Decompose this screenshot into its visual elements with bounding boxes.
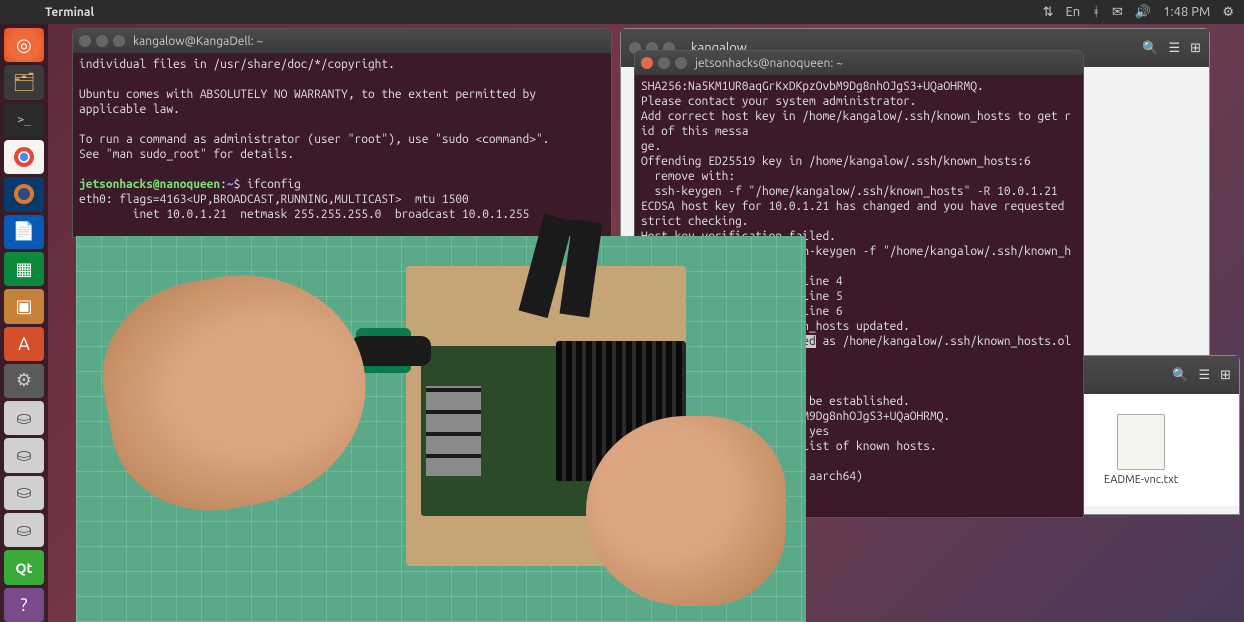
- clock[interactable]: 1:48 PM: [1163, 5, 1210, 19]
- folder-icon: 🗂: [13, 72, 36, 93]
- launcher-dock: ◎ 🗂 >_ 📄 ▦ ▣ A ⚙ ⛀ ⛀ ⛀ ⛀ Qt ?: [0, 24, 48, 622]
- disk-icon: ⛀: [16, 445, 31, 466]
- ubuntu-logo-icon: ◎: [16, 35, 32, 56]
- active-app-label: Terminal: [0, 6, 94, 19]
- window-title: kangalow@KangaDell: ~: [133, 35, 263, 48]
- launcher-settings[interactable]: ⚙: [4, 364, 44, 398]
- launcher-disk-4[interactable]: ⛀: [4, 513, 44, 547]
- disk-icon: ⛀: [16, 520, 31, 541]
- text-file-icon: [1117, 414, 1165, 470]
- mail-icon[interactable]: ✉: [1112, 5, 1123, 20]
- file-name: EADME-vnc.txt: [1104, 474, 1178, 486]
- maximize-button[interactable]: [113, 35, 125, 47]
- launcher-dash[interactable]: ◎: [4, 28, 44, 62]
- qt-icon: Qt: [15, 560, 32, 576]
- grid-view-icon[interactable]: ⊞: [1190, 41, 1201, 56]
- software-icon: A: [18, 334, 30, 354]
- hardware-photo-overlay: [76, 236, 806, 622]
- launcher-disk-3[interactable]: ⛀: [4, 476, 44, 510]
- usb-ports: [426, 386, 481, 476]
- terminal-window-left[interactable]: kangalow@KangaDell: ~ individual files i…: [72, 28, 612, 238]
- presentation-icon: ▣: [15, 296, 32, 317]
- launcher-disk-1[interactable]: ⛀: [4, 401, 44, 435]
- network-icon[interactable]: ⇅: [1043, 5, 1054, 20]
- document-icon: 📄: [13, 221, 35, 242]
- launcher-firefox[interactable]: [4, 177, 44, 211]
- help-icon: ?: [20, 595, 27, 615]
- terminal-content[interactable]: individual files in /usr/share/doc/*/cop…: [73, 53, 611, 226]
- file-manager-window-2[interactable]: 🔍 ☰ ⊞ EADME-vnc.txt: [1080, 355, 1240, 515]
- file-manager-content[interactable]: EADME-vnc.txt: [1081, 394, 1239, 506]
- prompt-user: jetsonhacks@nanoqueen: [79, 178, 220, 191]
- prompt-command: ifconfig: [247, 178, 301, 191]
- gear-icon[interactable]: ⚙: [1222, 5, 1234, 20]
- firefox-icon: [13, 183, 35, 205]
- terminal-icon: >_: [17, 113, 30, 126]
- language-indicator[interactable]: En: [1065, 5, 1080, 19]
- file-manager-toolbar: 🔍 ☰ ⊞: [1081, 356, 1239, 394]
- window-titlebar[interactable]: kangalow@KangaDell: ~: [73, 29, 611, 53]
- minimize-button[interactable]: [658, 57, 670, 69]
- search-icon[interactable]: 🔍: [1172, 368, 1188, 383]
- hand-right: [586, 416, 786, 606]
- launcher-impress[interactable]: ▣: [4, 289, 44, 323]
- window-title: jetsonhacks@nanoqueen: ~: [695, 57, 843, 70]
- bluetooth-icon[interactable]: ᚼ: [1092, 5, 1100, 19]
- top-menu-bar: Terminal ⇅ En ᚼ ✉ 🔊 1:48 PM ⚙: [0, 0, 1244, 24]
- close-button[interactable]: [79, 35, 91, 47]
- launcher-writer[interactable]: 📄: [4, 215, 44, 249]
- minimize-button[interactable]: [96, 35, 108, 47]
- launcher-qt[interactable]: Qt: [4, 550, 44, 584]
- launcher-help[interactable]: ?: [4, 588, 44, 622]
- search-icon[interactable]: 🔍: [1142, 41, 1158, 56]
- launcher-terminal[interactable]: >_: [4, 103, 44, 137]
- window-titlebar[interactable]: jetsonhacks@nanoqueen: ~: [635, 51, 1083, 75]
- spreadsheet-icon: ▦: [15, 259, 32, 280]
- launcher-calc[interactable]: ▦: [4, 252, 44, 286]
- chrome-icon: [13, 146, 35, 168]
- file-item[interactable]: EADME-vnc.txt: [1101, 414, 1181, 486]
- settings-icon: ⚙: [16, 370, 32, 391]
- launcher-files[interactable]: 🗂: [4, 65, 44, 99]
- grid-view-icon[interactable]: ⊞: [1220, 368, 1231, 383]
- disk-icon: ⛀: [16, 408, 31, 429]
- volume-icon[interactable]: 🔊: [1135, 5, 1151, 20]
- launcher-software[interactable]: A: [4, 327, 44, 361]
- list-view-icon[interactable]: ☰: [1198, 368, 1210, 383]
- close-button[interactable]: [641, 57, 653, 69]
- launcher-chrome[interactable]: [4, 140, 44, 174]
- hand-left: [88, 255, 384, 527]
- maximize-button[interactable]: [675, 57, 687, 69]
- prompt-path: ~: [227, 178, 234, 191]
- launcher-disk-2[interactable]: ⛀: [4, 438, 44, 472]
- list-view-icon[interactable]: ☰: [1168, 41, 1180, 56]
- power-cable: [351, 336, 431, 366]
- disk-icon: ⛀: [16, 482, 31, 503]
